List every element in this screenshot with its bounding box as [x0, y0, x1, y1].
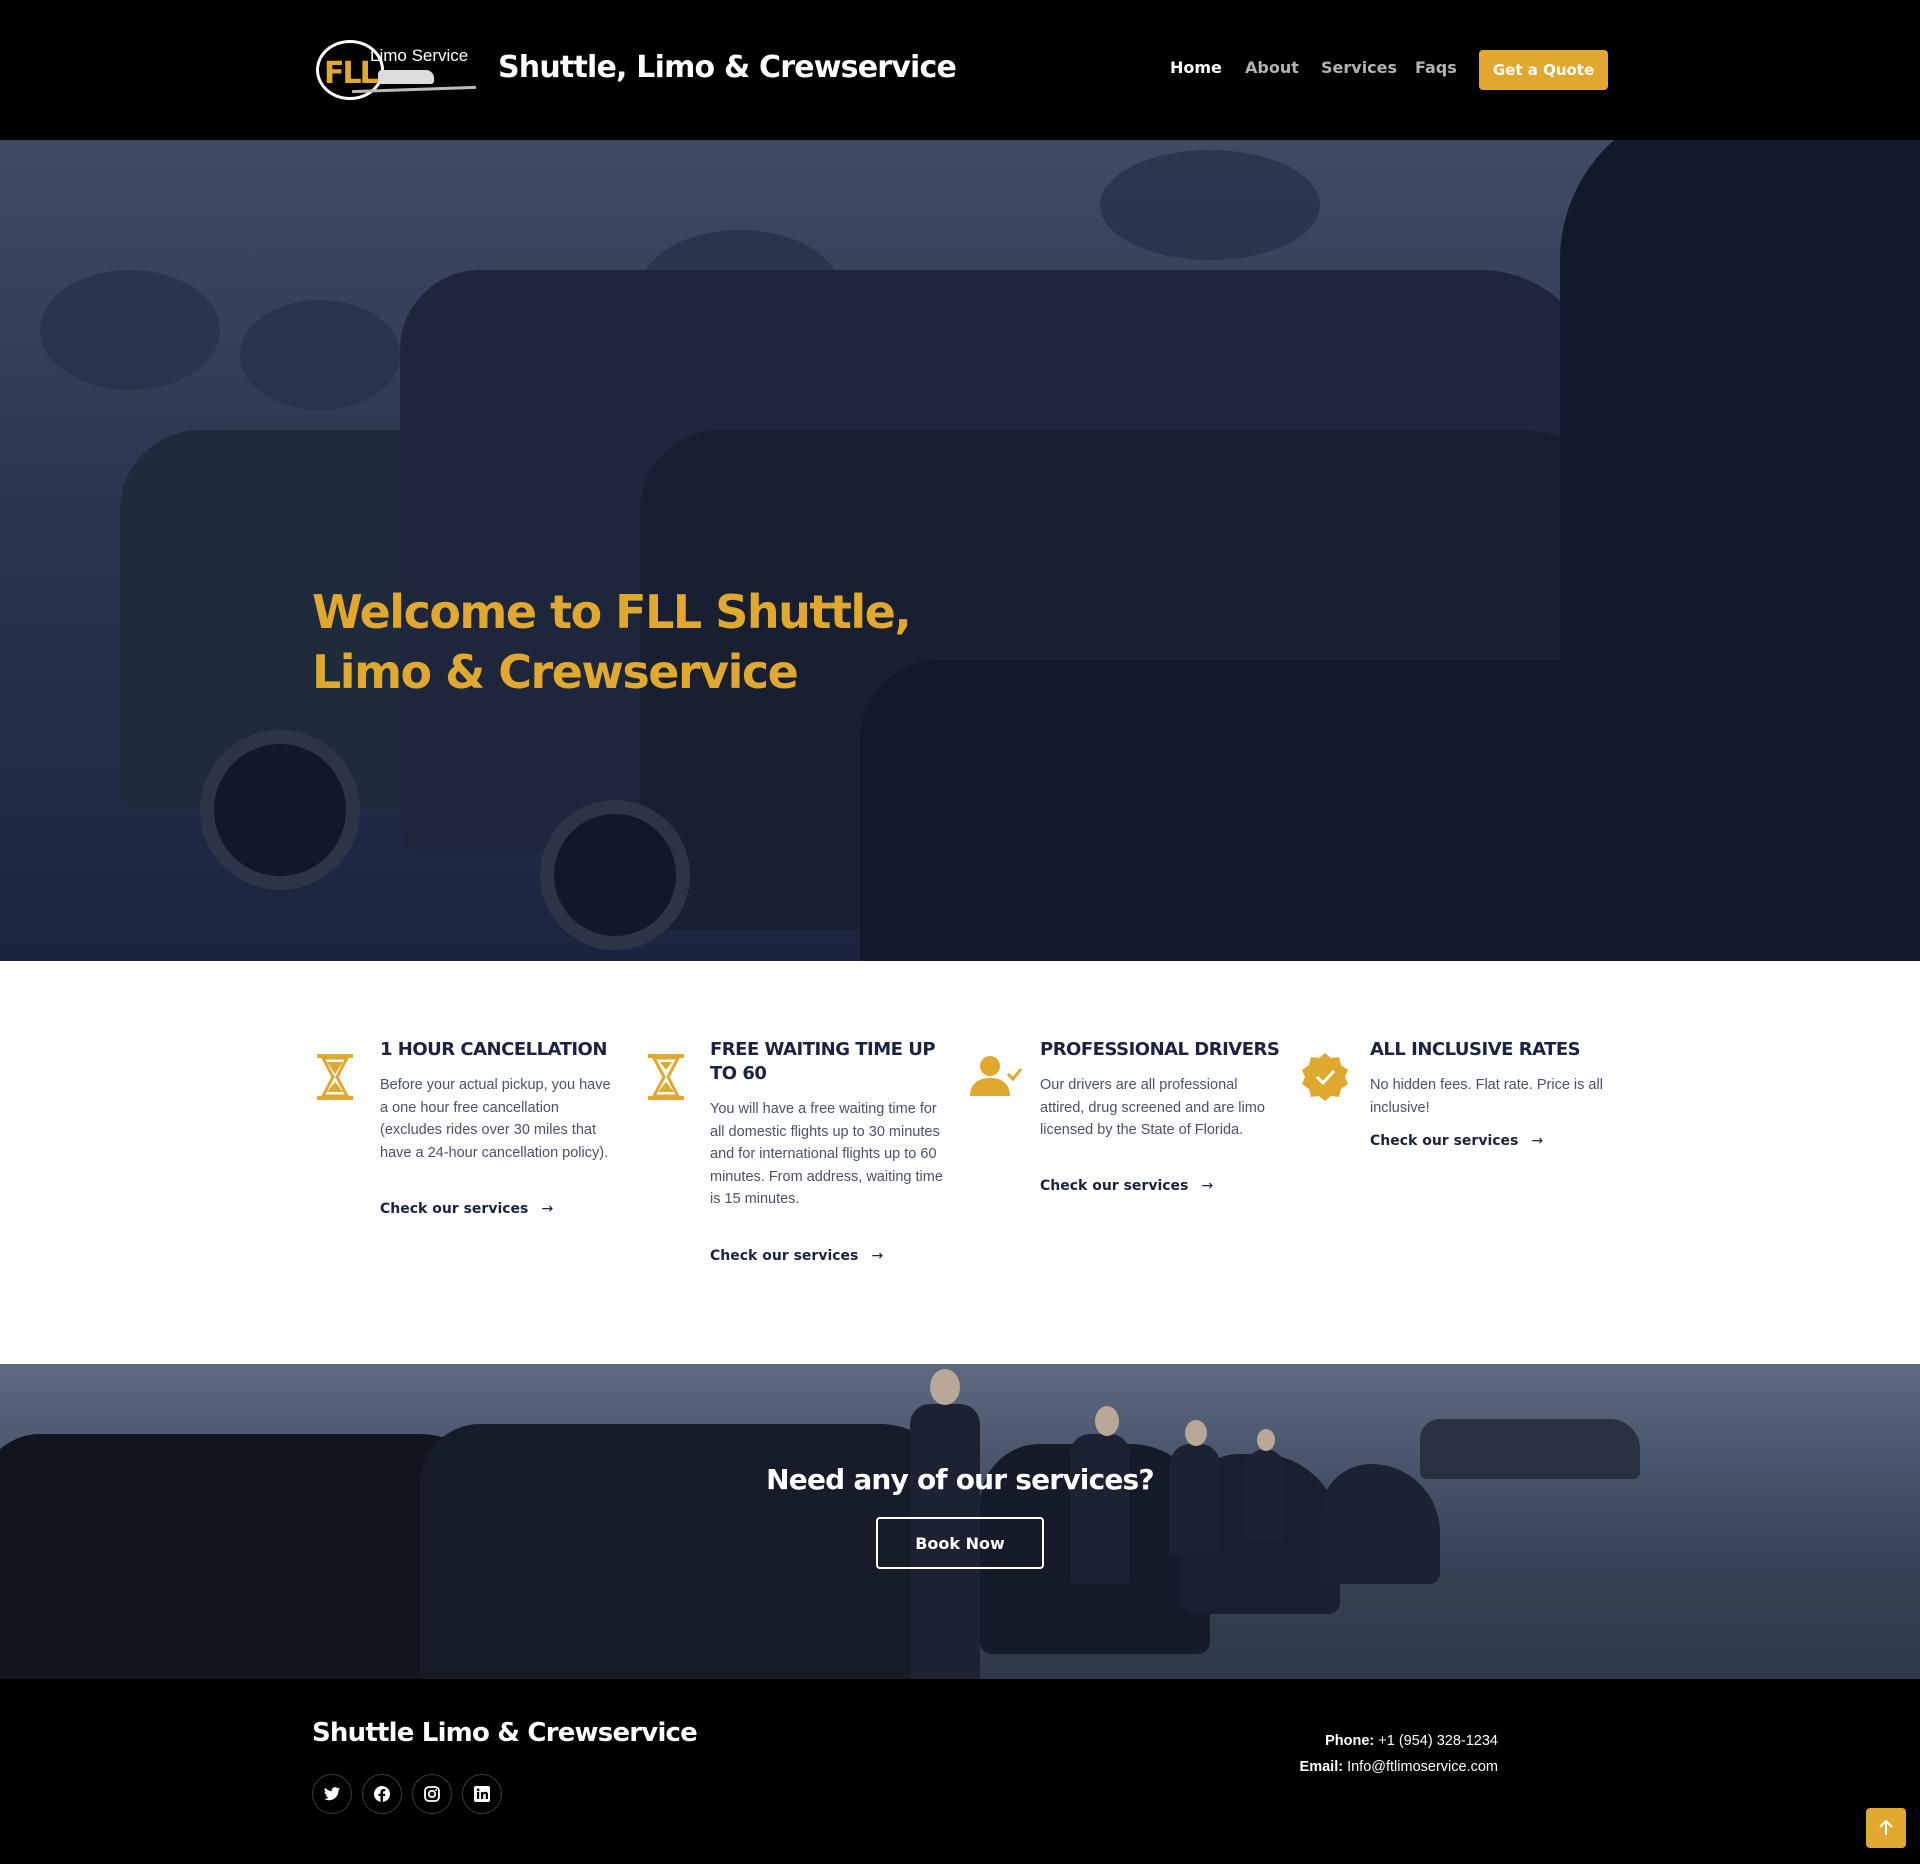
- arrow-right-icon: →: [1201, 1178, 1214, 1194]
- contact-phone: Phone: +1 (954) 328-1234: [1325, 1733, 1498, 1749]
- feature-title: FREE WAITING TIME UP TO 60: [710, 1039, 936, 1084]
- driver-head: [1095, 1406, 1119, 1436]
- driver-head: [930, 1369, 960, 1405]
- nav-faqs[interactable]: Faqs: [1415, 58, 1457, 77]
- nav-services[interactable]: Services: [1321, 58, 1397, 77]
- site-footer: [0, 1679, 1920, 1864]
- email-value[interactable]: Info@ftlimoservice.com: [1347, 1759, 1498, 1775]
- link-label[interactable]: Check our services: [1370, 1133, 1518, 1149]
- facebook-icon[interactable]: [362, 1774, 402, 1814]
- feature-text: Before your actual pickup, you have a on…: [380, 1077, 611, 1161]
- van-icon: [378, 70, 434, 84]
- palm-tree-shape: [40, 270, 220, 390]
- hourglass-icon: [317, 1054, 353, 1100]
- feature-text: You will have a free waiting time for al…: [710, 1101, 943, 1208]
- cta-title: Need any of our services?: [766, 1463, 1155, 1496]
- driver-figure: [1170, 1444, 1220, 1554]
- linkedin-icon[interactable]: [462, 1774, 502, 1814]
- contact-email: Email: Info@ftlimoservice.com: [1300, 1759, 1498, 1775]
- palm-tree-shape: [1100, 150, 1320, 260]
- site-title[interactable]: Shuttle, Limo & Crewservice: [498, 50, 957, 85]
- logo-sub-text: Limo Service: [370, 46, 469, 65]
- back-to-top-button[interactable]: [1866, 1808, 1906, 1848]
- feature-title: 1 HOUR CANCELLATION: [380, 1039, 607, 1060]
- book-now-button[interactable]: Book Now: [876, 1517, 1044, 1569]
- site-logo[interactable]: FLL Limo Service: [312, 34, 482, 110]
- feature-title: ALL INCLUSIVE RATES: [1370, 1039, 1581, 1060]
- arrow-right-icon: →: [871, 1248, 884, 1264]
- phone-label: Phone:: [1325, 1733, 1375, 1749]
- wheel-shape: [540, 800, 690, 950]
- palm-tree-shape: [240, 300, 400, 410]
- link-label[interactable]: Check our services: [380, 1201, 528, 1217]
- instagram-icon[interactable]: [412, 1774, 452, 1814]
- driver-head: [1185, 1420, 1207, 1446]
- nav-home[interactable]: Home: [1170, 58, 1222, 77]
- wheel-shape: [200, 730, 360, 890]
- get-quote-button[interactable]: Get a Quote: [1479, 50, 1608, 90]
- footer-title: Shuttle Limo & Crewservice: [312, 1718, 698, 1748]
- check-services-link[interactable]: Check our services →: [1370, 1130, 1543, 1149]
- driver-head: [1257, 1429, 1275, 1451]
- arrow-up-icon: [1879, 1820, 1893, 1835]
- hourglass-icon: [648, 1054, 684, 1100]
- feature-title: PROFESSIONAL DRIVERS: [1040, 1039, 1280, 1060]
- feature-text: Our drivers are all professional attired…: [1040, 1077, 1265, 1139]
- arrow-right-icon: →: [541, 1201, 554, 1217]
- badge-check-icon: [1302, 1053, 1348, 1101]
- link-label[interactable]: Check our services: [710, 1248, 858, 1264]
- driver-figure: [1070, 1434, 1130, 1584]
- check-services-link[interactable]: Check our services →: [380, 1198, 553, 1217]
- features-section: [0, 961, 1920, 1364]
- hero-title: Welcome to FLL Shuttle, Limo & Crewservi…: [312, 585, 912, 699]
- phone-value[interactable]: +1 (954) 328-1234: [1378, 1733, 1498, 1749]
- link-label[interactable]: Check our services: [1040, 1178, 1188, 1194]
- check-services-link[interactable]: Check our services →: [1040, 1175, 1213, 1194]
- twitter-icon[interactable]: [312, 1774, 352, 1814]
- email-label: Email:: [1299, 1759, 1344, 1775]
- arrow-right-icon: →: [1531, 1133, 1544, 1149]
- user-check-icon: [970, 1056, 1022, 1096]
- site-header: FLL Limo Service Shuttle, Limo & Crewser…: [0, 0, 1920, 140]
- vehicle-shape: [1560, 140, 1920, 961]
- check-services-link[interactable]: Check our services →: [710, 1245, 883, 1264]
- nav-about[interactable]: About: [1245, 58, 1299, 77]
- hero-section: Welcome to FLL Shuttle, Limo & Crewservi…: [0, 140, 1920, 961]
- feature-text: No hidden fees. Flat rate. Price is all …: [1370, 1077, 1603, 1116]
- logo-main-text: FLL: [324, 56, 379, 91]
